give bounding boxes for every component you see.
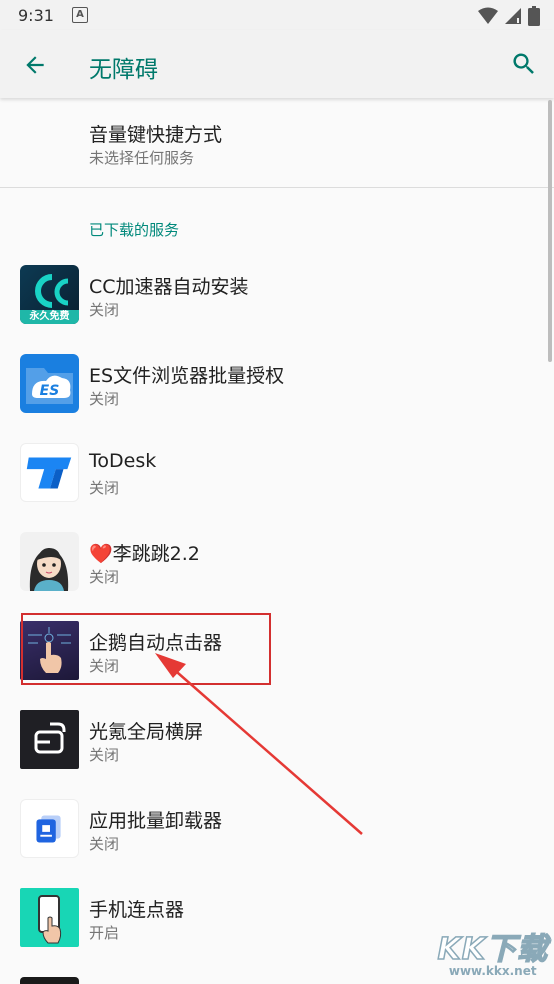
watermark: KK下载 www.kkx.net	[437, 924, 549, 978]
watermark-url: www.kkx.net	[448, 964, 537, 978]
watermark-logo: KK下载	[437, 931, 548, 968]
annotation-arrow	[155, 653, 363, 835]
